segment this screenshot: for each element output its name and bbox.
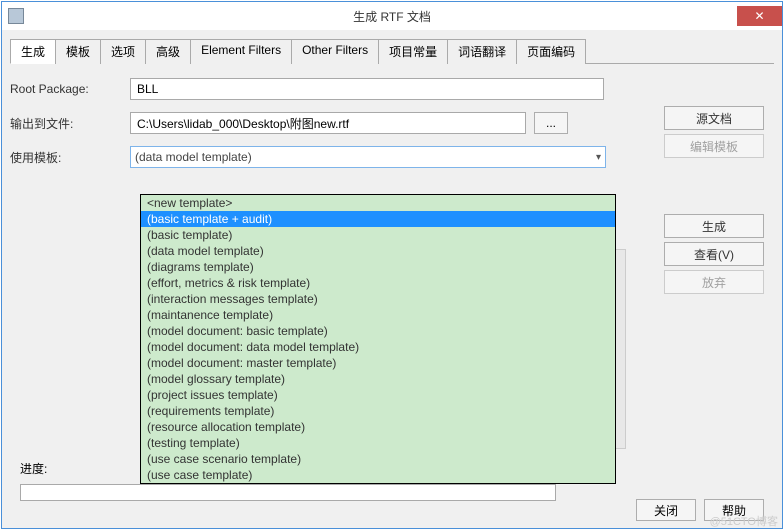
dropdown-item[interactable]: (maintanence template)	[141, 307, 615, 323]
output-file-label: 输出到文件:	[10, 115, 130, 132]
root-package-label: Root Package:	[10, 82, 130, 96]
tab-advanced[interactable]: 高级	[145, 39, 191, 64]
tab-options[interactable]: 选项	[100, 39, 146, 64]
template-combobox[interactable]: (data model template) ▾	[130, 146, 606, 168]
tab-element-filters[interactable]: Element Filters	[190, 39, 292, 64]
dropdown-item[interactable]: <new template>	[141, 195, 615, 211]
chevron-down-icon: ▾	[596, 152, 601, 163]
dropdown-item[interactable]: (resource allocation template)	[141, 419, 615, 435]
source-doc-button[interactable]: 源文档	[664, 106, 764, 130]
dropdown-item[interactable]: (use case template)	[141, 467, 615, 483]
close-button[interactable]: ✕	[737, 6, 782, 26]
titlebar: 生成 RTF 文档 ✕	[2, 2, 782, 30]
tab-generate[interactable]: 生成	[10, 39, 56, 64]
close-dialog-button[interactable]: 关闭	[636, 499, 696, 521]
tab-encoding[interactable]: 页面编码	[516, 39, 586, 64]
dropdown-item[interactable]: (requirements template)	[141, 403, 615, 419]
window-title: 生成 RTF 文档	[353, 8, 431, 25]
tab-constants[interactable]: 项目常量	[378, 39, 448, 64]
dropdown-item[interactable]: (use case scenario template)	[141, 451, 615, 467]
watermark: @51CTO博客	[710, 513, 778, 529]
dropdown-item[interactable]: (data model template)	[141, 243, 615, 259]
browse-button[interactable]: ...	[534, 112, 568, 134]
right-button-panel: 源文档 编辑模板 生成 查看(V) 放弃	[664, 106, 764, 298]
dropdown-item[interactable]: (project issues template)	[141, 387, 615, 403]
dropdown-item[interactable]: (model document: basic template)	[141, 323, 615, 339]
dropdown-item[interactable]: (model document: data model template)	[141, 339, 615, 355]
dropdown-item[interactable]: (basic template + audit)	[141, 211, 615, 227]
template-dropdown-list[interactable]: <new template> (basic template + audit) …	[140, 194, 616, 484]
dropdown-item[interactable]: (interaction messages template)	[141, 291, 615, 307]
dropdown-item[interactable]: (model glossary template)	[141, 371, 615, 387]
output-file-input[interactable]	[130, 112, 526, 134]
combo-selected-text: (data model template)	[135, 150, 252, 164]
abort-button: 放弃	[664, 270, 764, 294]
generate-button[interactable]: 生成	[664, 214, 764, 238]
dropdown-item[interactable]: (model document: master template)	[141, 355, 615, 371]
dropdown-item[interactable]: (basic template)	[141, 227, 615, 243]
root-package-input[interactable]	[130, 78, 604, 100]
app-icon	[8, 8, 24, 24]
view-button[interactable]: 查看(V)	[664, 242, 764, 266]
progress-bar	[20, 484, 556, 501]
progress-label: 进度:	[20, 460, 47, 477]
use-template-label: 使用模板:	[10, 149, 130, 166]
edit-template-button: 编辑模板	[664, 134, 764, 158]
tab-translate[interactable]: 词语翻译	[447, 39, 517, 64]
tabstrip: 生成 模板 选项 高级 Element Filters Other Filter…	[10, 38, 774, 64]
dropdown-item[interactable]: (testing template)	[141, 435, 615, 451]
close-icon: ✕	[754, 9, 764, 23]
tab-template[interactable]: 模板	[55, 39, 101, 64]
dropdown-item[interactable]: (diagrams template)	[141, 259, 615, 275]
dropdown-item[interactable]: (effort, metrics & risk template)	[141, 275, 615, 291]
tab-other-filters[interactable]: Other Filters	[291, 39, 379, 64]
